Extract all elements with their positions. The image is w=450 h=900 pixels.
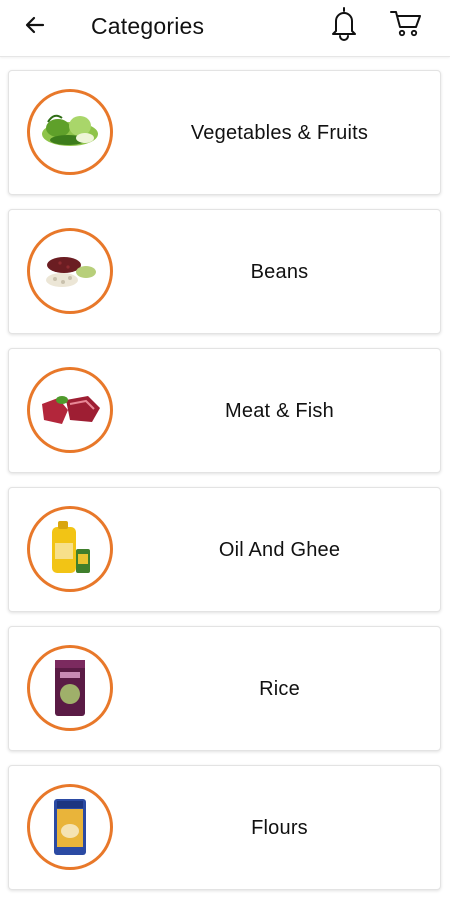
cart-button[interactable] bbox=[386, 7, 426, 43]
oil-image bbox=[27, 506, 113, 592]
category-label: Flours bbox=[251, 817, 308, 839]
app-bar: Categories bbox=[0, 0, 450, 57]
category-card-oil-ghee[interactable]: Oil And Ghee bbox=[8, 487, 441, 612]
category-card-rice[interactable]: Rice bbox=[8, 626, 441, 751]
page-title: Categories bbox=[91, 13, 205, 39]
rice-image bbox=[27, 645, 113, 731]
bell-icon bbox=[329, 5, 359, 46]
cart-icon bbox=[389, 8, 423, 43]
meat-image bbox=[27, 367, 113, 453]
category-label: Oil And Ghee bbox=[218, 539, 341, 561]
arrow-left-icon bbox=[23, 13, 47, 42]
category-card-meat-fish[interactable]: Meat & Fish bbox=[8, 348, 441, 473]
category-label: Beans bbox=[250, 261, 309, 283]
category-card-flours[interactable]: Flours bbox=[8, 765, 441, 890]
back-button[interactable] bbox=[18, 10, 52, 44]
category-label: Rice bbox=[259, 678, 300, 700]
vegetables-image bbox=[27, 89, 113, 175]
category-label: Meat & Fish bbox=[225, 400, 334, 422]
category-card-beans[interactable]: Beans bbox=[8, 209, 441, 334]
category-list: Vegetables & Fruits Beans Meat & Fish Oi… bbox=[0, 56, 450, 900]
notifications-button[interactable] bbox=[326, 5, 362, 45]
category-label: Vegetables & Fruits bbox=[190, 122, 369, 144]
flour-image bbox=[27, 784, 113, 870]
category-card-vegetables-fruits[interactable]: Vegetables & Fruits bbox=[8, 70, 441, 195]
beans-image bbox=[27, 228, 113, 314]
